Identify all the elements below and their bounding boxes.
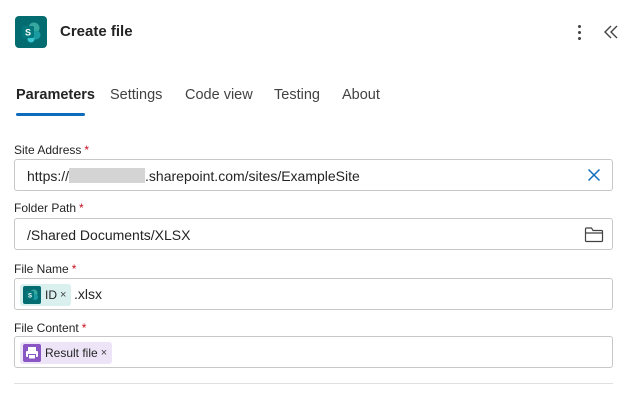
double-chevron-left-icon <box>604 25 618 39</box>
printer-icon <box>23 344 41 362</box>
site-address-field[interactable]: https://.sharepoint.com/sites/ExampleSit… <box>14 159 613 191</box>
file-name-extension: .xlsx <box>74 286 102 302</box>
file-name-label: File Name * <box>14 262 77 276</box>
folder-path-value: /Shared Documents/XLSX <box>27 227 191 243</box>
sharepoint-icon: S <box>15 16 47 48</box>
panel-header: S Create file <box>0 0 629 64</box>
dynamic-content-token-result-file[interactable]: Result file × <box>20 342 113 364</box>
tab-settings[interactable]: Settings <box>110 87 162 103</box>
required-mark: * <box>84 143 90 157</box>
redacted-block <box>69 168 146 183</box>
svg-text:S: S <box>25 28 31 38</box>
remove-token-icon[interactable]: × <box>101 347 107 359</box>
dynamic-content-token-id[interactable]: S ID × <box>20 284 72 306</box>
svg-text:S: S <box>28 294 32 300</box>
page-title: Create file <box>60 23 133 40</box>
tab-parameters[interactable]: Parameters <box>16 87 95 103</box>
remove-token-icon[interactable]: × <box>60 289 66 301</box>
file-content-label: File Content * <box>14 321 87 335</box>
divider <box>14 383 613 384</box>
file-name-field[interactable]: S ID × .xlsx <box>14 278 613 310</box>
folder-icon[interactable] <box>584 226 604 243</box>
more-options-button[interactable] <box>568 20 590 44</box>
folder-path-label: Folder Path * <box>14 201 84 215</box>
tab-bar: Parameters Settings Code view Testing Ab… <box>0 80 629 120</box>
required-mark: * <box>71 262 77 276</box>
sharepoint-icon: S <box>23 286 41 304</box>
clear-icon[interactable] <box>586 167 602 183</box>
required-mark: * <box>79 201 84 215</box>
active-tab-indicator <box>16 113 85 116</box>
file-content-field[interactable]: Result file × <box>14 336 613 368</box>
tab-testing[interactable]: Testing <box>274 87 320 103</box>
tab-about[interactable]: About <box>342 87 380 103</box>
required-mark: * <box>81 321 87 335</box>
collapse-panel-button[interactable] <box>601 21 621 43</box>
tab-code-view[interactable]: Code view <box>185 87 253 103</box>
more-vertical-icon <box>577 24 581 28</box>
site-address-value: https://.sharepoint.com/sites/ExampleSit… <box>27 168 360 184</box>
site-address-label: Site Address * <box>14 143 90 157</box>
folder-path-field[interactable]: /Shared Documents/XLSX <box>14 218 613 250</box>
